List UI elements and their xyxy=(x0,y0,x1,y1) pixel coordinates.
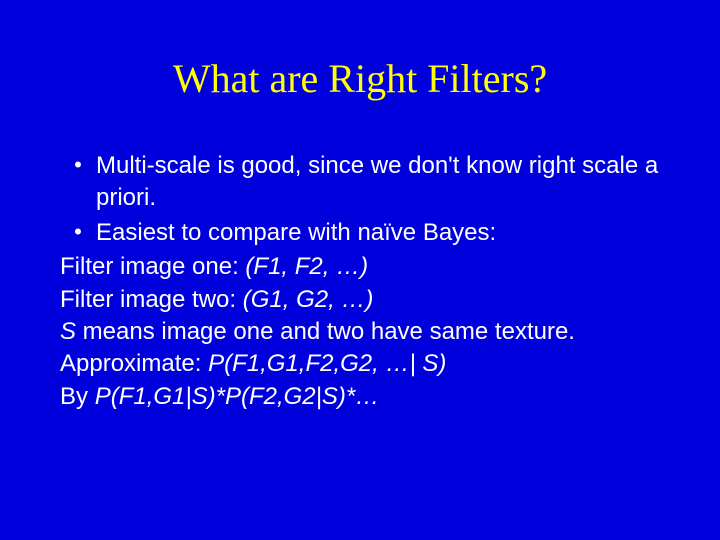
bullet-item: • Multi-scale is good, since we don't kn… xyxy=(60,150,660,215)
text-italic: P(F1,G1|S)*P(F2,G2|S)*… xyxy=(95,383,380,410)
text-plain: By xyxy=(60,383,95,410)
text-plain: Filter image one: xyxy=(60,253,245,280)
slide: What are Right Filters? • Multi-scale is… xyxy=(0,0,720,540)
text-plain: means image one and two have same textur… xyxy=(76,318,575,345)
body-line: By P(F1,G1|S)*P(F2,G2|S)*… xyxy=(60,381,660,413)
text-plain: Filter image two: xyxy=(60,286,243,313)
body-line: Approximate: P(F1,G1,F2,G2, …| S) xyxy=(60,348,660,380)
text-italic: S xyxy=(60,318,76,345)
slide-title: What are Right Filters? xyxy=(60,55,660,102)
body-line: S means image one and two have same text… xyxy=(60,316,660,348)
bullet-icon: • xyxy=(60,150,96,181)
bullet-text: Easiest to compare with naïve Bayes: xyxy=(96,217,660,249)
slide-body: • Multi-scale is good, since we don't kn… xyxy=(60,150,660,413)
bullet-icon: • xyxy=(60,217,96,248)
text-italic: P(F1,G1,F2,G2, …| S) xyxy=(208,350,446,377)
text-italic: (G1, G2, …) xyxy=(243,286,374,313)
text-plain: Approximate: xyxy=(60,350,208,377)
bullet-item: • Easiest to compare with naïve Bayes: xyxy=(60,217,660,249)
text-italic: (F1, F2, …) xyxy=(245,253,368,280)
bullet-text: Multi-scale is good, since we don't know… xyxy=(96,150,660,215)
body-line: Filter image one: (F1, F2, …) xyxy=(60,251,660,283)
body-line: Filter image two: (G1, G2, …) xyxy=(60,284,660,316)
